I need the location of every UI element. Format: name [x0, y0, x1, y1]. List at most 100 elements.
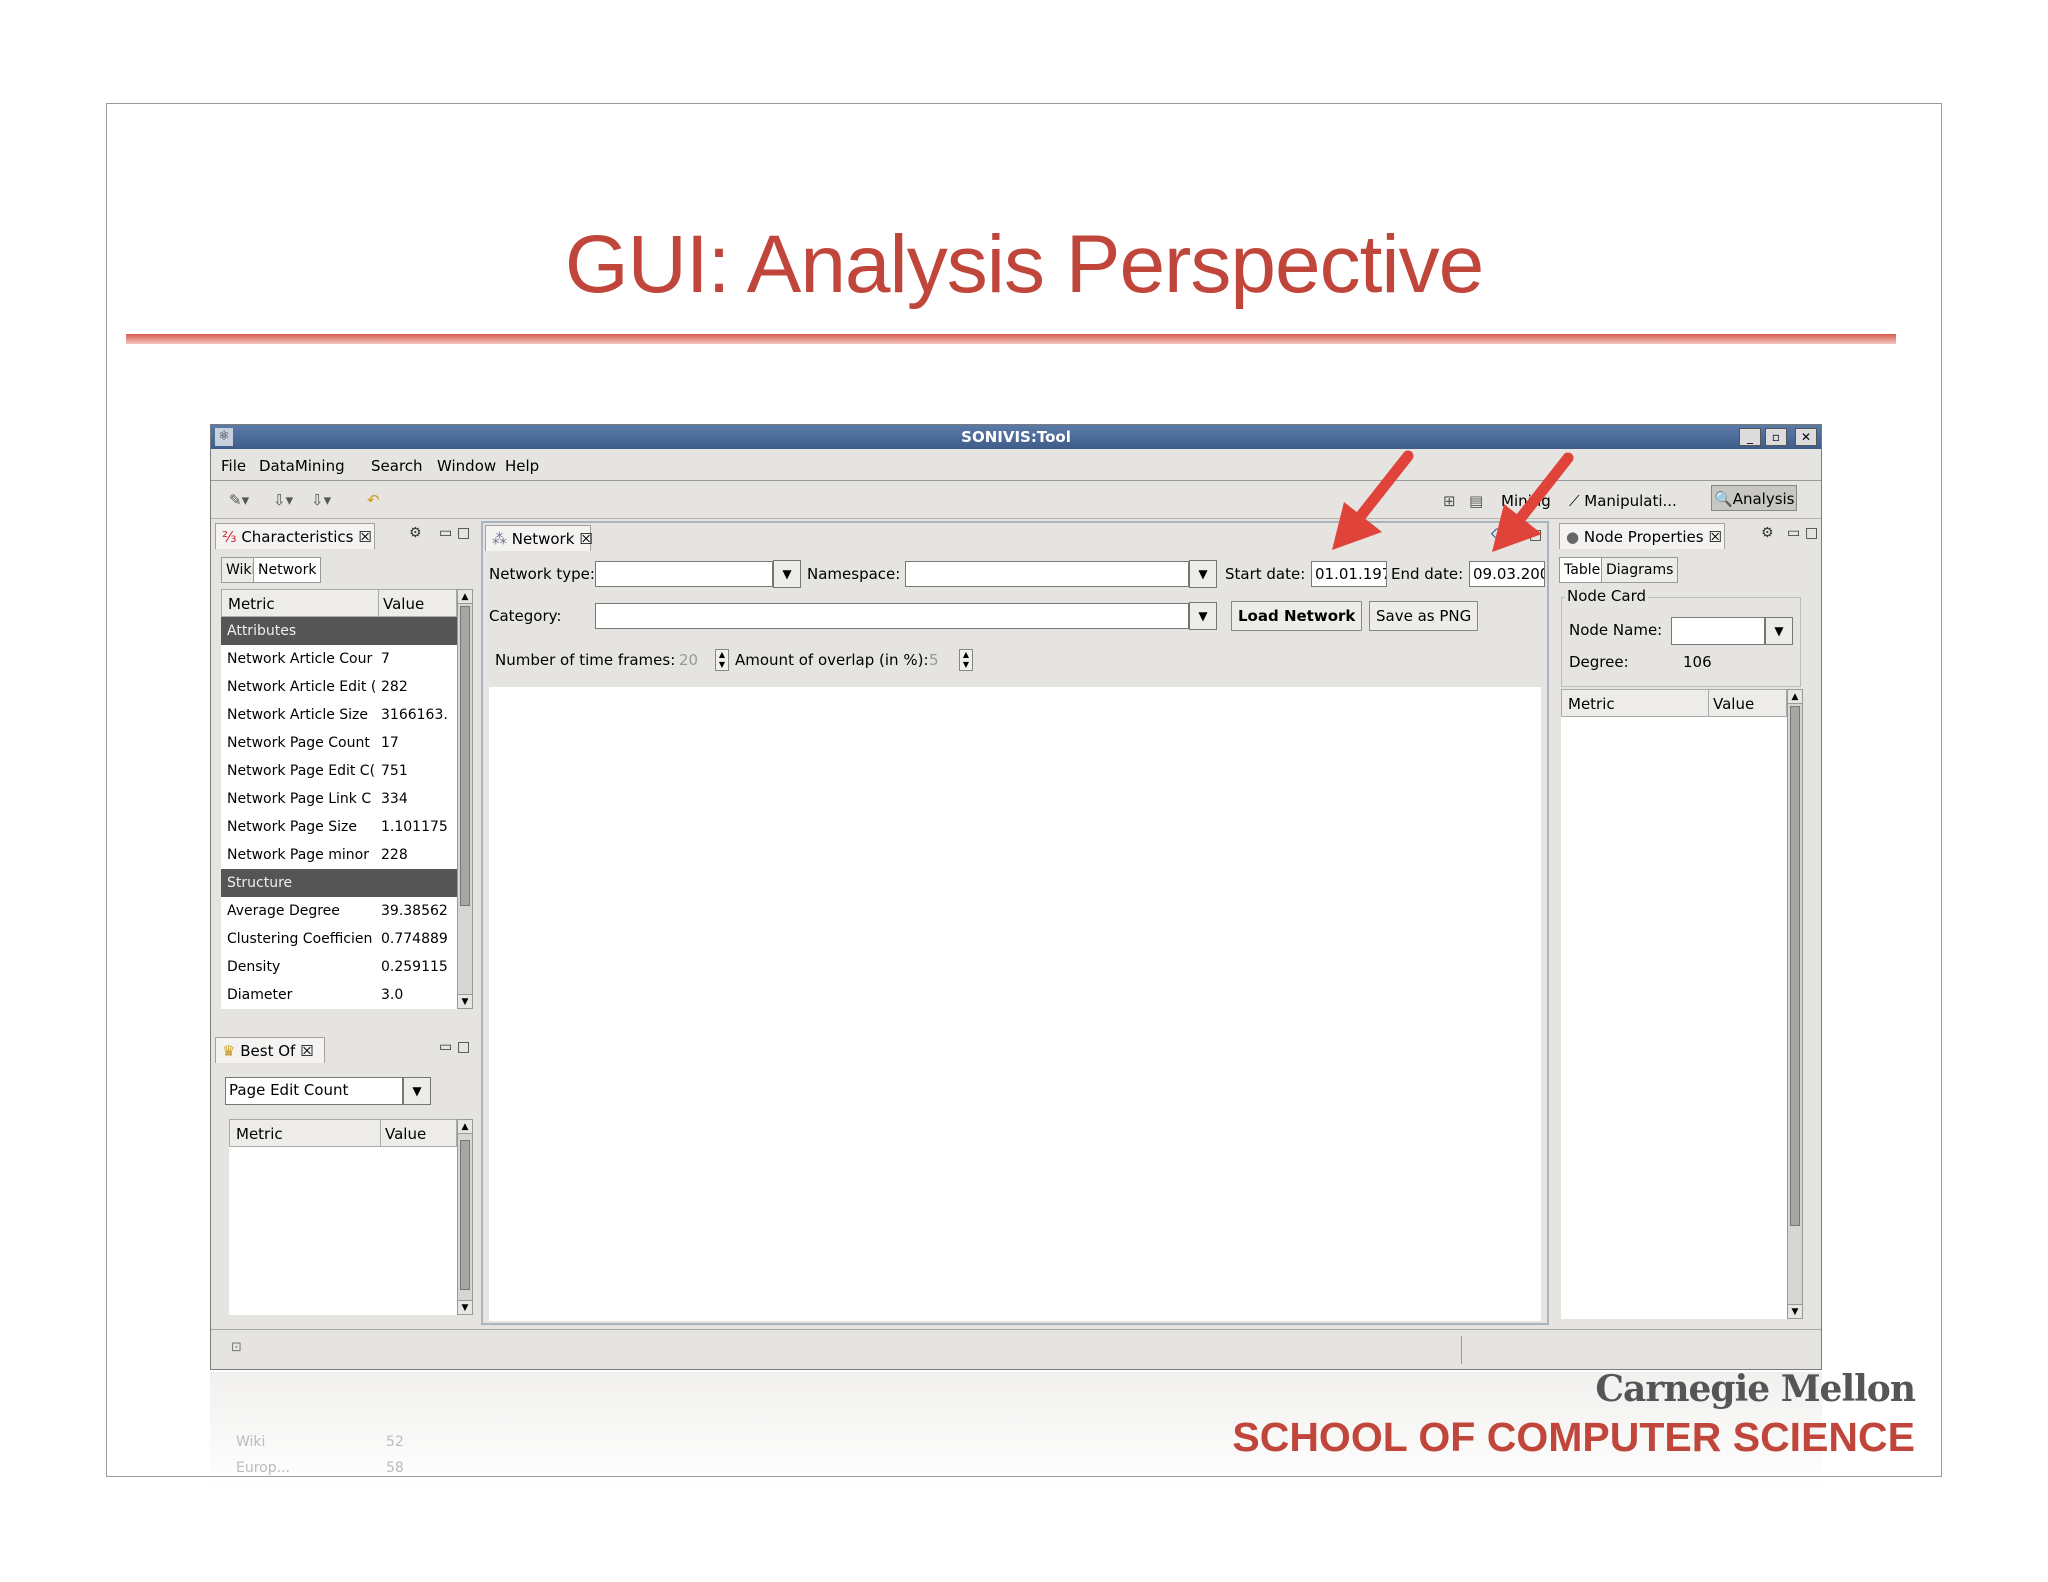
minimize-view-icon[interactable]: ▭ — [439, 1039, 452, 1055]
end-date-label: End date: — [1391, 565, 1464, 583]
table-row[interactable]: Network Page minor 228 — [221, 841, 457, 869]
table-section-row[interactable]: Structure — [221, 869, 457, 897]
node-table-header: Metric Value — [1561, 689, 1787, 717]
node-name-dropdown[interactable]: ▼ — [1765, 617, 1793, 645]
undo-icon[interactable]: ↶ — [367, 491, 380, 509]
close-tab-icon[interactable]: ☒ — [300, 1042, 313, 1060]
bestof-select[interactable]: Page Edit Count — [225, 1077, 403, 1105]
table-row[interactable]: Network Page Link C 334 — [221, 785, 457, 813]
value-cell: 7 — [381, 651, 390, 667]
close-button[interactable]: ✕ — [1795, 428, 1817, 446]
minimize-button[interactable]: _ — [1739, 428, 1761, 446]
scroll-down-arrow[interactable]: ▼ — [458, 994, 472, 1008]
tab-best-of[interactable]: ♛ Best Of ☒ — [215, 1037, 325, 1063]
table-row[interactable]: Average Degree 39.38562 — [221, 897, 457, 925]
wand-icon[interactable]: ✎▾ — [229, 491, 249, 509]
menu-window[interactable]: Window — [437, 457, 496, 475]
network-canvas[interactable] — [489, 687, 1541, 1321]
end-date-input[interactable]: 09.03.200 — [1469, 561, 1545, 587]
scroll-thumb[interactable] — [1790, 706, 1800, 1226]
save-png-button[interactable]: Save as PNG — [1369, 601, 1479, 631]
perspective-analysis-label: Analysis — [1732, 490, 1795, 508]
close-tab-icon[interactable]: ☒ — [579, 530, 592, 548]
overlap-value[interactable]: 5 — [929, 651, 939, 669]
start-date-input[interactable]: 01.01.197 — [1311, 561, 1387, 587]
table-row[interactable]: Clustering Coefficien 0.774889 — [221, 925, 457, 953]
upload-icon[interactable]: ⇩▾ — [311, 491, 331, 509]
perspective-analysis[interactable]: 🔍Analysis — [1711, 485, 1797, 511]
status-divider — [1461, 1336, 1462, 1364]
network-type-label: Network type: — [489, 565, 595, 583]
menu-search[interactable]: Search — [371, 457, 423, 475]
value-cell: 0.259115 — [381, 959, 448, 975]
maximize-view-icon[interactable]: □ — [1805, 525, 1818, 541]
characteristics-scrollbar[interactable]: ▲ ▼ — [457, 589, 473, 1009]
maximize-view-icon[interactable]: □ — [457, 525, 470, 541]
menu-help[interactable]: Help — [505, 457, 539, 475]
arrow-end-date — [1492, 452, 1574, 552]
category-label: Category: — [489, 607, 562, 625]
bestof-dropdown-button[interactable]: ▼ — [403, 1077, 431, 1105]
reflection-text: 52 — [386, 1434, 404, 1450]
value-cell: 3.0 — [381, 987, 404, 1003]
table-section-row[interactable]: Attributes — [221, 617, 457, 645]
scroll-down-arrow[interactable]: ▼ — [1788, 1304, 1802, 1318]
subtab-table[interactable]: Table — [1559, 557, 1606, 583]
col-metric[interactable]: Metric — [1568, 695, 1615, 713]
tab-network[interactable]: ⁂ Network ☒ — [485, 525, 593, 551]
node-name-select[interactable] — [1671, 617, 1765, 645]
panel-menu-icon[interactable]: ⚙ — [1761, 525, 1774, 541]
scroll-up-arrow[interactable]: ▲ — [458, 590, 472, 604]
network-panel: ⁂ Network ☒ ⌫ □ Network type: ▼ Namespac… — [481, 521, 1549, 1325]
subtab-diagrams[interactable]: Diagrams — [1601, 557, 1679, 583]
bestof-scrollbar[interactable]: ▲ ▼ — [457, 1119, 473, 1315]
scroll-up-arrow[interactable]: ▲ — [1788, 690, 1802, 704]
minimize-view-icon[interactable]: ▭ — [1787, 525, 1800, 541]
scroll-up-arrow[interactable]: ▲ — [458, 1120, 472, 1134]
maximize-view-icon[interactable]: □ — [457, 1039, 470, 1055]
window-titlebar[interactable]: ⚛ SONIVIS:Tool _ ▫ ✕ — [211, 425, 1821, 449]
table-row[interactable]: Density 0.259115 — [221, 953, 457, 981]
minimize-view-icon[interactable]: ▭ — [439, 525, 452, 541]
close-tab-icon[interactable]: ☒ — [358, 528, 371, 546]
category-select[interactable] — [595, 603, 1189, 629]
reflection-text: 58 — [386, 1460, 404, 1476]
fast-view-icon[interactable]: ⊡ — [231, 1340, 242, 1355]
load-network-button[interactable]: Load Network — [1231, 601, 1363, 631]
table-row[interactable]: Network Article Edit (282 — [221, 673, 457, 701]
col-value[interactable]: Value — [378, 590, 428, 616]
scroll-down-arrow[interactable]: ▼ — [458, 1300, 472, 1314]
table-row[interactable]: Network Page Size 1.101175 — [221, 813, 457, 841]
col-value[interactable]: Value — [380, 1120, 430, 1146]
network-type-select[interactable] — [595, 561, 773, 587]
table-row[interactable]: Diameter 3.0 — [221, 981, 457, 1009]
subtab-network[interactable]: Network — [253, 557, 322, 583]
col-metric[interactable]: Metric — [236, 1125, 283, 1143]
maximize-button[interactable]: ▫ — [1765, 428, 1787, 446]
menu-file[interactable]: File — [221, 457, 246, 475]
category-dropdown[interactable]: ▼ — [1189, 602, 1217, 630]
col-metric[interactable]: Metric — [228, 595, 275, 613]
download-icon[interactable]: ⇩▾ — [273, 491, 293, 509]
value-cell: 17 — [381, 735, 399, 751]
tab-characteristics[interactable]: ⅔ Characteristics ☒ — [215, 523, 375, 549]
scroll-thumb[interactable] — [460, 1140, 470, 1290]
scroll-thumb[interactable] — [460, 606, 470, 906]
node-table-scrollbar[interactable]: ▲ ▼ — [1787, 689, 1803, 1319]
namespace-dropdown[interactable]: ▼ — [1189, 560, 1217, 588]
panel-menu-icon[interactable]: ⚙ — [409, 525, 422, 541]
table-row[interactable]: Network Page Edit C(751 — [221, 757, 457, 785]
menu-datamining[interactable]: DataMining — [259, 457, 345, 475]
annotation-arrows — [1332, 450, 1574, 552]
namespace-select[interactable] — [905, 561, 1189, 587]
overlap-spinner[interactable]: ▲ ▼ — [959, 649, 973, 671]
value-cell: 0.774889 — [381, 931, 448, 947]
network-type-dropdown[interactable]: ▼ — [773, 560, 801, 588]
table-row[interactable]: Network Article Size 3166163. — [221, 701, 457, 729]
table-row[interactable]: Network Page Count 17 — [221, 729, 457, 757]
time-frames-value[interactable]: 20 — [679, 651, 698, 669]
table-row[interactable]: Network Article Cour 7 — [221, 645, 457, 673]
time-frames-spinner[interactable]: ▲ ▼ — [715, 649, 729, 671]
col-value[interactable]: Value — [1708, 690, 1758, 716]
close-tab-icon[interactable]: ☒ — [1708, 528, 1721, 546]
